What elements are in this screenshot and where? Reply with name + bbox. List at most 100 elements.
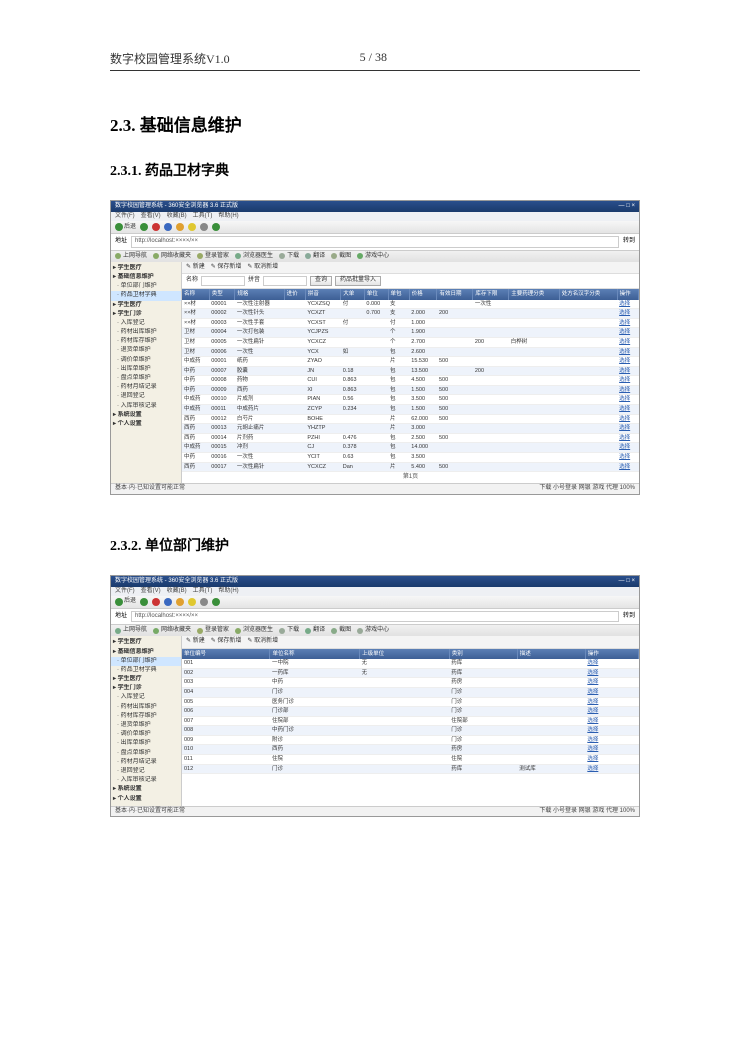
table-row[interactable]: 中成药00001纸药ZYAO片15.530500选择 [182,357,639,367]
table-row[interactable]: 卫材00006一次性YCX如包2.600选择 [182,347,639,357]
tree-node[interactable]: ▸ 学生医疗 [111,264,181,273]
table-row[interactable]: 003中药药房选择 [182,678,639,688]
menu-item[interactable]: 帮助(H) [218,213,238,220]
window-controls[interactable]: — □ × [619,578,635,585]
cell[interactable]: 选择 [617,443,638,453]
table-row[interactable]: 中药00007胶囊JN0.18包13.500200选择 [182,366,639,376]
forward-icon[interactable] [140,223,148,231]
cell[interactable]: 选择 [617,357,638,367]
tree-node[interactable]: ▸ 个人设置 [111,795,181,804]
refresh-icon[interactable] [164,598,172,606]
fav-tab[interactable]: 游戏中心 [357,627,389,634]
tree-node[interactable]: · 调价单维护 [111,730,181,739]
cell[interactable]: 选择 [585,745,638,755]
browser-tab-bar[interactable]: 上网导航网络收藏夹登录管家浏览器医生下载翻译截图游戏中心 [111,251,639,262]
go-button[interactable]: 转到 [623,238,635,245]
cell[interactable]: 选择 [617,385,638,395]
action-link[interactable]: ✎ 取消新增 [247,264,278,271]
tree-node[interactable]: ▸ 系统设置 [111,411,181,420]
tree-node[interactable]: · 单位部门维护 [111,657,181,666]
pager[interactable]: 第1页 [182,472,639,483]
tree-node[interactable]: · 药材月结记录 [111,383,181,392]
secure-icon[interactable] [212,598,220,606]
address-input[interactable]: http://localhost:××××/×× [131,236,619,247]
table-row[interactable]: 002一药库无药库选择 [182,668,639,678]
table-row[interactable]: 中药00009西药XI0.863包1.500500选择 [182,385,639,395]
menu-item[interactable]: 工具(T) [193,213,213,220]
table-row[interactable]: 中成药00010片成剂PIAN0.56包3.500500选择 [182,395,639,405]
fav-tab[interactable]: 下载 [279,253,299,260]
tree-node[interactable]: · 药品卫材字典 [111,291,181,300]
tree-node[interactable]: ▸ 基础信息维护 [111,273,181,282]
back-button[interactable]: 后退 [115,598,136,606]
table-row[interactable]: 009附诊门诊选择 [182,735,639,745]
table-row[interactable]: 008中药门诊门诊选择 [182,726,639,736]
history-icon[interactable] [200,223,208,231]
cell[interactable]: 选择 [617,424,638,434]
cell[interactable]: 选择 [617,395,638,405]
query-button[interactable]: 查询 [310,276,332,285]
table-row[interactable]: 中药00008药物CUI0.863包4.500500选择 [182,376,639,386]
menu-item[interactable]: 文件(F) [115,213,135,220]
table-row[interactable]: 中成药00015冲剂CJ0.378包14.000选择 [182,443,639,453]
fav-tab[interactable]: 下载 [279,627,299,634]
tree-node[interactable]: · 出库单维护 [111,739,181,748]
tree-node[interactable]: ▸ 系统设置 [111,785,181,794]
browser-toolbar[interactable]: 后退 [111,221,639,234]
fav-tab[interactable]: 截图 [331,253,351,260]
tree-node[interactable]: ▸ 学生门诊 [111,310,181,319]
table-row[interactable]: 西药00013元胡止痛片YHZTP片3.000选择 [182,424,639,434]
tree-node[interactable]: ▸ 学生医疗 [111,638,181,647]
table-row[interactable]: 西药00017一次性扁针YCXCZDan片5.400500选择 [182,462,639,472]
stop-icon[interactable] [152,223,160,231]
cell[interactable]: 选择 [617,433,638,443]
name-input[interactable] [201,276,245,286]
tree-node[interactable]: · 入库登记 [111,693,181,702]
address-input[interactable]: http://localhost:××××/×× [131,611,619,622]
table-row[interactable]: ××材00001一次性注射器YCXZSQ付0.000支一次性选择 [182,300,639,309]
cell[interactable]: 选择 [617,318,638,328]
fav-tab[interactable]: 网络收藏夹 [153,627,191,634]
cell[interactable]: 选择 [617,405,638,415]
cell[interactable]: 选择 [617,328,638,338]
menu-item[interactable]: 文件(F) [115,588,135,595]
cell[interactable]: 选择 [585,697,638,707]
fav-tab[interactable]: 浏览器医生 [235,253,273,260]
home-icon[interactable] [176,598,184,606]
cell[interactable]: 选择 [585,668,638,678]
cell[interactable]: 选择 [617,453,638,463]
tree-node[interactable]: ▸ 基础信息维护 [111,648,181,657]
menu-item[interactable]: 查看(V) [141,588,161,595]
action-bar[interactable]: ✎ 新建 ✎ 保存新增 ✎ 取消新增 [182,262,639,274]
fav-tab[interactable]: 浏览器医生 [235,627,273,634]
menu-item[interactable]: 工具(T) [193,588,213,595]
cell[interactable]: 选择 [585,726,638,736]
window-controls[interactable]: — □ × [619,203,635,210]
history-icon[interactable] [200,598,208,606]
fav-icon[interactable] [188,223,196,231]
fav-tab[interactable]: 翻译 [305,627,325,634]
table-row[interactable]: 中成药00011中成药片ZCYP0.234包1.500500选择 [182,405,639,415]
tree-node[interactable]: ▸ 学生门诊 [111,684,181,693]
action-link[interactable]: ✎ 取消新增 [247,638,278,645]
menu-item[interactable]: 帮助(H) [218,588,238,595]
fav-tab[interactable]: 登录管家 [197,253,229,260]
action-link[interactable]: ✎ 保存新增 [211,264,242,271]
browser-tab-bar[interactable]: 上网导航网络收藏夹登录管家浏览器医生下载翻译截图游戏中心 [111,625,639,636]
table-row[interactable]: 004门诊门诊选择 [182,687,639,697]
table-row[interactable]: 001一中院无药库选择 [182,659,639,668]
table-row[interactable]: 西药00012白芍片BOHE片62.000500选择 [182,414,639,424]
menu-bar[interactable]: 文件(F)查看(V)收藏(B)工具(T)帮助(H) [111,212,639,221]
forward-icon[interactable] [140,598,148,606]
action-link[interactable]: ✎ 新建 [186,638,205,645]
action-link[interactable]: ✎ 新建 [186,264,205,271]
cell[interactable]: 选择 [585,716,638,726]
tree-node[interactable]: · 出库单维护 [111,365,181,374]
cell[interactable]: 选择 [617,300,638,309]
fav-tab[interactable]: 截图 [331,627,351,634]
cell[interactable]: 选择 [585,687,638,697]
tree-node[interactable]: · 药品卫材字典 [111,666,181,675]
home-icon[interactable] [176,223,184,231]
tree-node[interactable]: · 盘点单维护 [111,374,181,383]
cell[interactable]: 选择 [617,337,638,347]
